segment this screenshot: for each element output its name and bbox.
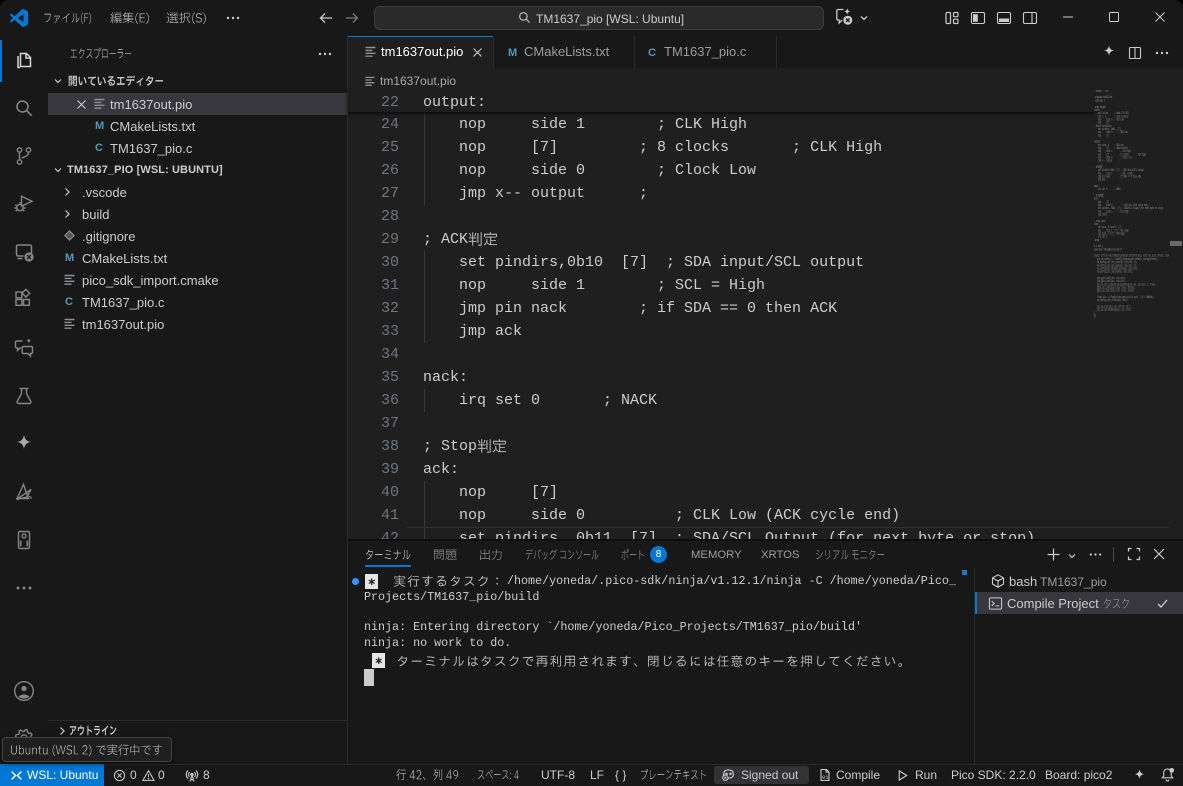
- svg-text:01: 01: [822, 774, 829, 781]
